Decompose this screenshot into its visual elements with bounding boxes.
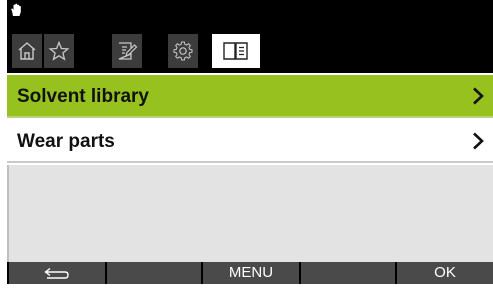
back-arrow-icon — [44, 267, 69, 279]
gear-icon — [173, 41, 193, 61]
hand-icon — [10, 3, 22, 22]
back-button[interactable] — [9, 262, 105, 284]
ok-button[interactable]: OK — [397, 262, 493, 284]
menu-item-label: Solvent library — [17, 86, 149, 107]
menu-empty-area — [7, 165, 493, 262]
tab-library[interactable] — [212, 34, 260, 68]
book-icon — [223, 42, 248, 60]
softkey-4[interactable] — [301, 262, 395, 284]
status-bar — [7, 0, 493, 26]
menu-item-solvent-library[interactable]: Solvent library — [7, 75, 493, 118]
softkey-2[interactable] — [107, 262, 201, 284]
menu-button[interactable]: MENU — [203, 262, 299, 284]
menu-item-label: Wear parts — [17, 131, 115, 152]
menu-item-wear-parts[interactable]: Wear parts — [7, 120, 493, 163]
tab-settings[interactable] — [168, 34, 198, 68]
tab-home[interactable] — [12, 34, 42, 68]
tab-favorites[interactable] — [44, 34, 74, 68]
tab-bar — [7, 26, 493, 73]
star-icon — [48, 40, 70, 61]
tab-edit[interactable] — [112, 34, 142, 68]
chevron-right-icon — [472, 87, 484, 110]
edit-icon — [118, 42, 138, 60]
chevron-right-icon — [472, 132, 484, 155]
softkey-bar: MENU OK — [7, 262, 493, 284]
device-screen: Solvent library Wear parts MENU OK — [0, 0, 493, 284]
home-icon — [18, 42, 36, 60]
